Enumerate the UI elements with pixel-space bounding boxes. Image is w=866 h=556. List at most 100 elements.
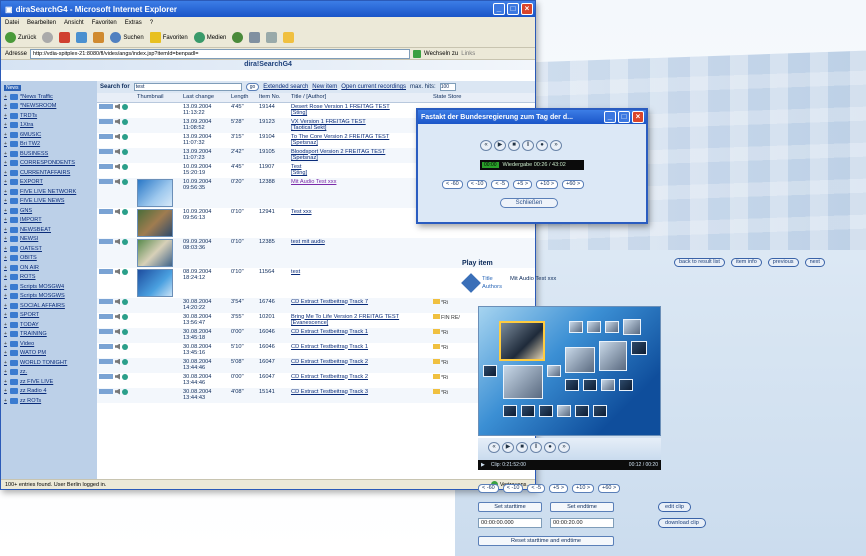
expand-icon[interactable]: + [4,94,8,100]
edit-icon[interactable] [99,134,113,139]
speaker-icon[interactable] [115,118,120,125]
sidebar-item[interactable]: +6MUSIC [1,130,97,140]
video-play-icon[interactable]: ▶ [502,442,514,453]
play-icon[interactable] [122,103,128,110]
links-label[interactable]: Links [461,51,475,57]
sidebar-item[interactable]: + SOCIAL AFFAIRS [1,301,97,311]
expand-icon[interactable]: + [4,360,8,366]
play-step-plus-5[interactable]: +5 > [549,484,569,493]
forward-button[interactable] [42,32,54,43]
play-step-minus-5[interactable]: < -5 [527,484,546,493]
sidebar-item[interactable]: + FIVE LIVE NEWS [1,197,97,207]
speaker-icon[interactable] [115,343,120,350]
expand-icon[interactable]: + [4,331,8,337]
print-button[interactable] [266,32,278,43]
play-icon[interactable]: ▶ [494,140,506,151]
edit-icon[interactable] [99,299,113,304]
sidebar-item[interactable]: + Video [1,339,97,349]
expand-icon[interactable]: + [4,113,8,119]
sidebar-item[interactable]: + Scripts MOSGW4 [1,282,97,292]
popup-close-button[interactable]: × [632,111,644,123]
play-step-plus-60[interactable]: +60 > [598,484,621,493]
menu-extras[interactable]: Extras [125,20,142,26]
row-title[interactable]: test [291,269,300,275]
expand-icon[interactable]: + [4,189,8,195]
history-button[interactable] [232,32,244,43]
expand-icon[interactable]: + [4,284,8,290]
favorites-button[interactable]: Favoriten [149,32,188,43]
speaker-icon[interactable] [115,328,120,335]
sidebar-item[interactable]: + TRAINING [1,330,97,340]
sidebar-item[interactable]: +1Xtra [1,121,97,131]
row-title[interactable]: CD Extract Testbeitrag Track 1 [291,344,368,350]
row-thumbnail[interactable] [137,268,173,297]
folder-button[interactable] [283,32,295,43]
back-button[interactable]: Zurück [5,32,36,43]
new-item-link[interactable]: New item [312,84,337,90]
video-frame[interactable] [478,306,661,436]
sidebar-item[interactable]: + zz ROTs [1,396,97,406]
sidebar-item[interactable]: + FIVE LIVE NETWORK [1,187,97,197]
speaker-icon[interactable] [115,373,120,380]
speaker-icon[interactable] [115,208,120,215]
play-icon[interactable] [122,388,128,395]
video-forward-icon[interactable]: » [558,442,570,453]
speaker-icon[interactable] [115,148,120,155]
media-button[interactable]: Medien [193,32,226,43]
edit-icon[interactable] [99,209,113,214]
previous-button[interactable]: previous [767,258,799,267]
step-minus-60[interactable]: < -60 [442,180,463,189]
expand-icon[interactable]: + [4,255,8,261]
play-step-minus-10[interactable]: < -10 [502,484,524,493]
play-icon[interactable] [122,373,128,380]
download-clip-button[interactable]: download clip [658,518,706,528]
edit-icon[interactable] [99,329,113,334]
row-title[interactable]: CD Extract Testbeitrag Track 1 [291,329,368,335]
sidebar-item[interactable]: + SPORT [1,311,97,321]
sidebar-item[interactable]: + CURRENTAFFAIRS [1,168,97,178]
edit-icon[interactable] [99,179,113,184]
back-to-result-list-button[interactable]: back to result list [674,258,725,267]
speaker-icon[interactable] [115,268,120,275]
menu-datei[interactable]: Datei [5,20,19,26]
sidebar-item[interactable]: + zz. [1,368,97,378]
row-author[interactable]: [Evanescence] [291,320,328,326]
play-icon[interactable] [122,358,128,365]
row-author[interactable]: [Sting] [291,170,307,176]
sidebar-item[interactable]: + WORLD TONIGHT [1,358,97,368]
home-button[interactable] [93,32,105,43]
sidebar-item[interactable]: + BUSINESS [1,149,97,159]
starttime-input[interactable]: 00:00:00.000 [478,518,542,528]
sidebar-item[interactable]: + zz Radio 4 [1,387,97,397]
step-plus-60[interactable]: +60 > [562,180,585,189]
expand-icon[interactable]: + [4,160,8,166]
row-title[interactable]: To The Core Version 2 FREITAG TEST [291,134,389,140]
search-input[interactable]: test [133,83,242,91]
row-title[interactable]: test mit audio [291,239,325,245]
clip-play-icon[interactable]: ▶ [481,462,485,468]
row-title[interactable]: CD Extract Testbeitrag Track 2 [291,374,368,380]
edit-icon[interactable] [99,314,113,319]
edit-icon[interactable] [99,374,113,379]
sidebar-item[interactable]: + CORRESPONDENTS [1,159,97,169]
step-minus-10[interactable]: < -10 [466,180,488,189]
col-item-no[interactable]: Item No. [257,93,289,103]
col-title[interactable]: Title / [Author] [289,93,431,103]
sidebar-item[interactable]: + NEWSI [1,235,97,245]
play-step-minus-60[interactable]: < -60 [478,484,499,493]
expand-icon[interactable]: + [4,208,8,214]
news-tab[interactable]: News [4,84,21,91]
row-author[interactable]: [Spetsnaz] [291,155,318,161]
open-recordings-link[interactable]: Open current recordings [341,84,406,90]
set-endtime-button[interactable]: Set endtime [550,502,614,512]
menu-ansicht[interactable]: Ansicht [64,20,84,26]
play-icon[interactable] [122,268,128,275]
row-title[interactable]: CD Extract Testbeitrag Track 3 [291,389,368,395]
close-button[interactable]: × [521,3,533,15]
menu-help[interactable]: ? [150,20,153,26]
edit-icon[interactable] [99,359,113,364]
expand-icon[interactable]: + [4,322,8,328]
address-input[interactable]: http://vdia-spitplex-21:8080/fl/vides/an… [30,48,411,59]
expand-icon[interactable]: + [4,265,8,271]
popup-maximize-button[interactable]: □ [618,111,630,123]
